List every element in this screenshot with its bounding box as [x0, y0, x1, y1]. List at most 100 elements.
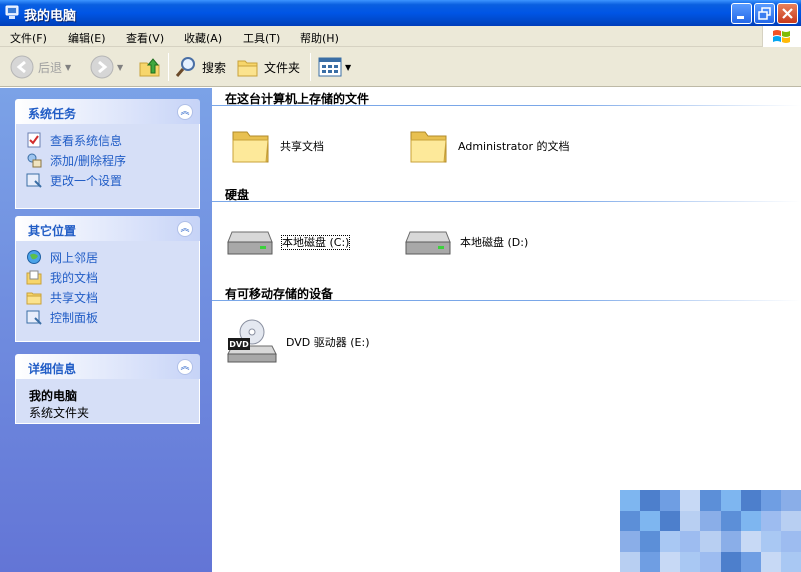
restore-button[interactable] — [754, 3, 775, 24]
folder-administrator-documents[interactable]: Administrator 的文档 — [408, 126, 578, 166]
menu-tools[interactable]: 工具(T) — [243, 30, 280, 46]
mosaic-tile — [640, 490, 661, 511]
mosaic-tile — [760, 510, 781, 531]
back-arrow-icon — [10, 55, 34, 79]
back-button[interactable]: 后退 ▼ — [10, 47, 71, 87]
forward-button[interactable]: ▼ — [90, 47, 123, 87]
mosaic-tile — [720, 551, 741, 572]
toolbar-separator — [310, 53, 311, 81]
other-places-body: 网上邻居 我的文档 共享文档 控制面板 — [15, 241, 200, 342]
item-label: 本地磁盘 (D:) — [460, 235, 529, 249]
details-title: 详细信息 — [28, 362, 77, 376]
drive-c[interactable]: 本地磁盘 (C:) — [226, 226, 351, 258]
other-places-panel: 其它位置 ︽ 网上邻居 我的文档 共享文档 控制面板 — [15, 216, 200, 342]
task-view-system-info[interactable]: 查看系统信息 — [26, 130, 199, 150]
menu-help[interactable]: 帮助(H) — [300, 30, 339, 46]
system-tasks-title: 系统任务 — [28, 107, 77, 121]
task-pane: 系统任务 ︽ 查看系统信息 添加/删除程序 更改一个设置 其它位置 ︽ 网上邻居… — [0, 88, 212, 572]
system-tasks-body: 查看系统信息 添加/删除程序 更改一个设置 — [15, 124, 200, 209]
mosaic-tile — [680, 510, 701, 531]
folder-shared-documents[interactable]: 共享文档 — [230, 126, 324, 166]
windows-logo — [762, 26, 801, 47]
forward-dropdown-icon[interactable]: ▼ — [117, 63, 123, 72]
folder-icon — [410, 131, 447, 163]
place-network[interactable]: 网上邻居 — [26, 247, 199, 267]
mosaic-tile — [620, 490, 641, 511]
details-item-name: 我的电脑 — [29, 389, 78, 403]
item-label: 本地磁盘 (C:) — [280, 234, 351, 250]
menu-edit[interactable]: 编辑(E) — [68, 30, 106, 46]
toolbar-separator — [168, 53, 169, 81]
item-label: 共享文档 — [280, 139, 324, 153]
place-label: 我的文档 — [50, 270, 99, 285]
mosaic-tile — [700, 510, 721, 531]
mosaic-tile — [700, 490, 721, 511]
views-button[interactable]: ▼ — [318, 47, 351, 87]
restore-icon — [758, 7, 771, 20]
mosaic-tile — [740, 531, 761, 552]
minimize-icon — [737, 16, 744, 19]
mosaic-tile — [660, 531, 681, 552]
drive-d[interactable]: 本地磁盘 (D:) — [404, 226, 528, 258]
item-label: DVD 驱动器 (E:) — [286, 335, 370, 349]
system-tasks-header[interactable]: 系统任务 ︽ — [15, 99, 200, 124]
forward-arrow-icon — [90, 55, 114, 79]
mosaic-tile — [620, 510, 641, 531]
place-shared-documents[interactable]: 共享文档 — [26, 287, 199, 307]
details-item-type: 系统文件夹 — [29, 406, 90, 420]
window-title: 我的电脑 — [24, 9, 77, 24]
drive-e-dvd[interactable]: DVD DVD 驱动器 (E:) — [226, 318, 370, 366]
menu-file[interactable]: 文件(F) — [10, 30, 47, 46]
place-label: 共享文档 — [50, 290, 99, 305]
mosaic-tile — [640, 531, 661, 552]
system-tasks-panel: 系统任务 ︽ 查看系统信息 添加/删除程序 更改一个设置 — [15, 99, 200, 209]
place-label: 网上邻居 — [50, 250, 99, 265]
item-label: Administrator 的文档 — [458, 139, 570, 153]
title-bar[interactable]: 我的电脑 — [0, 0, 801, 26]
collapse-chevron-icon[interactable]: ︽ — [177, 221, 193, 237]
task-label: 添加/删除程序 — [50, 153, 127, 168]
views-dropdown-icon[interactable]: ▼ — [345, 63, 351, 72]
task-add-remove-programs[interactable]: 添加/删除程序 — [26, 150, 199, 170]
menu-view[interactable]: 查看(V) — [126, 30, 164, 46]
task-label: 更改一个设置 — [50, 173, 123, 188]
back-dropdown-icon[interactable]: ▼ — [65, 63, 71, 72]
hard-disk-icon — [405, 231, 451, 255]
system-info-icon — [27, 132, 41, 148]
folder-icon — [232, 131, 269, 163]
other-places-title: 其它位置 — [28, 224, 77, 238]
search-button[interactable]: 搜索 — [174, 47, 226, 87]
close-button[interactable] — [777, 3, 798, 24]
place-my-documents[interactable]: 我的文档 — [26, 267, 199, 287]
folders-button[interactable]: 文件夹 — [236, 47, 300, 87]
shared-documents-folder-icon — [26, 292, 42, 305]
task-change-setting[interactable]: 更改一个设置 — [26, 170, 199, 190]
mosaic-tile — [720, 490, 741, 511]
details-header[interactable]: 详细信息 ︽ — [15, 354, 200, 379]
collapse-chevron-icon[interactable]: ︽ — [177, 104, 193, 120]
search-label: 搜索 — [202, 60, 227, 75]
other-places-header[interactable]: 其它位置 ︽ — [15, 216, 200, 241]
mosaic-tile — [680, 551, 701, 572]
mosaic-tile — [640, 551, 661, 572]
place-control-panel[interactable]: 控制面板 — [26, 307, 199, 327]
folders-label: 文件夹 — [264, 60, 301, 75]
menu-favorites[interactable]: 收藏(A) — [184, 30, 222, 46]
collapse-chevron-icon[interactable]: ︽ — [177, 359, 193, 375]
hard-disk-icon — [227, 231, 273, 255]
mosaic-tile — [620, 551, 641, 572]
mosaic-tile — [680, 490, 701, 511]
minimize-button[interactable] — [731, 3, 752, 24]
mosaic-tile — [660, 490, 681, 511]
group-divider — [212, 105, 801, 106]
mosaic-tile — [740, 490, 761, 511]
up-folder-button[interactable] — [138, 47, 162, 87]
mosaic-tile — [780, 551, 801, 572]
place-label: 控制面板 — [50, 310, 99, 325]
views-icon — [318, 57, 342, 77]
back-label: 后退 — [38, 60, 63, 75]
control-panel-icon — [26, 310, 42, 325]
mosaic-tile — [780, 531, 801, 552]
task-label: 查看系统信息 — [50, 133, 123, 148]
add-remove-programs-icon — [27, 153, 42, 168]
